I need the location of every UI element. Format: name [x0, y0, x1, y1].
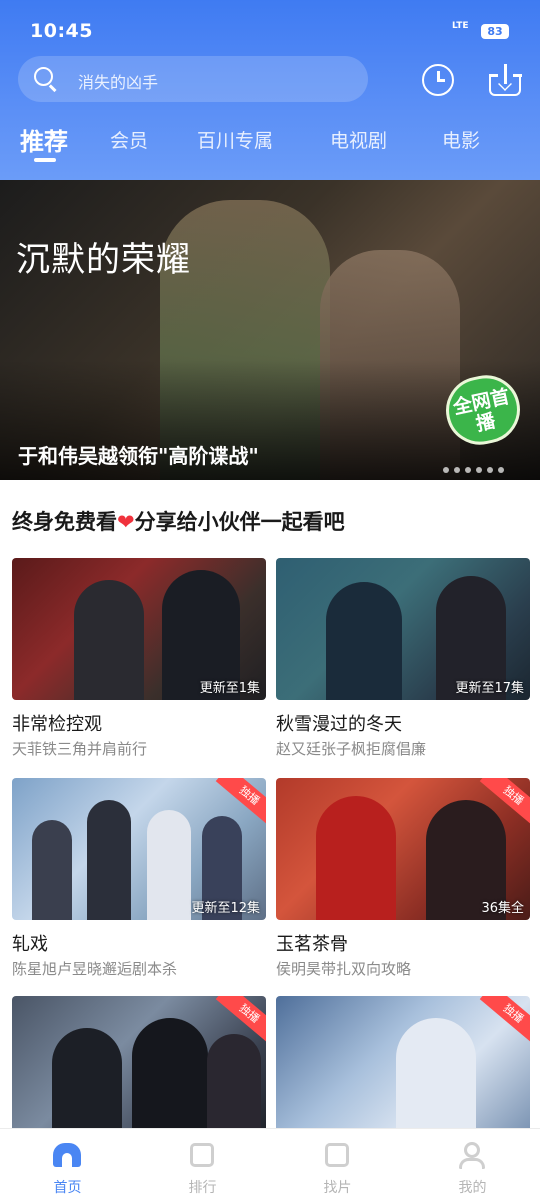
pager-dot: [443, 467, 449, 473]
find-video-icon: [322, 1141, 352, 1169]
signal-icon: LTE: [452, 21, 469, 31]
tab-tv-series[interactable]: 电视剧: [330, 126, 387, 153]
video-description: 天菲铁三角并肩前行: [12, 740, 148, 758]
status-bar: 10:45 LTE 83: [0, 0, 540, 56]
video-title: 轧戏: [12, 934, 48, 955]
history-clock-icon[interactable]: [420, 62, 456, 98]
nav-profile[interactable]: 我的: [405, 1129, 540, 1204]
search-bar[interactable]: 消失的凶手: [18, 56, 368, 102]
bottom-navigation: 首页 排行 找片 我的: [0, 1128, 540, 1204]
video-description: 赵又廷张子枫拒腐倡廉: [276, 740, 427, 758]
episode-badge: 36集全: [481, 901, 524, 916]
nav-label: 排行: [188, 1180, 217, 1196]
video-thumbnail: 独播 36集全: [276, 778, 530, 920]
video-description: 侯明昊带扎双向攻略: [276, 960, 412, 978]
banner-caption: 于和伟吴越领衔"高阶谍战": [18, 444, 259, 468]
video-title: 玉茗茶骨: [276, 934, 348, 955]
nav-find[interactable]: 找片: [270, 1129, 405, 1204]
episode-badge: 更新至17集: [455, 681, 524, 696]
search-placeholder: 消失的凶手: [78, 73, 159, 92]
pager-dot: [498, 467, 504, 473]
home-icon: [52, 1141, 82, 1169]
tab-movie[interactable]: 电影: [442, 126, 480, 153]
nav-label: 首页: [53, 1180, 82, 1196]
video-title: 秋雪漫过的冬天: [276, 714, 402, 735]
status-time: 10:45: [30, 20, 93, 42]
battery-icon: 83: [481, 24, 509, 39]
nav-label: 我的: [458, 1180, 487, 1196]
pager-dot: [465, 467, 471, 473]
exclusive-tag: 独播: [479, 996, 530, 1045]
video-thumbnail: 更新至17集: [276, 558, 530, 700]
category-tabs: 推荐 会员 百川专属 电视剧 电影: [0, 118, 540, 170]
section-title: 终身免费看❤分享给小伙伴一起看吧: [12, 506, 345, 536]
video-title: 非常检控观: [12, 714, 102, 735]
section-title-text: 分享给小伙伴一起看吧: [134, 510, 345, 534]
video-thumbnail: 独播: [276, 996, 530, 1138]
hero-banner[interactable]: 沉默的荣耀 全网首播 于和伟吴越领衔"高阶谍战": [0, 180, 540, 480]
pager-dot: [454, 467, 460, 473]
user-icon: [457, 1141, 487, 1169]
video-thumbnail: 独播: [12, 996, 266, 1138]
episode-badge: 更新至12集: [191, 901, 260, 916]
video-description: 陈星旭卢昱晓邂逅剧本杀: [12, 960, 178, 978]
video-thumbnail: 更新至1集: [12, 558, 266, 700]
banner-pager-dots: [438, 458, 504, 473]
episode-badge: 更新至1集: [199, 681, 260, 696]
tab-vip[interactable]: 会员: [110, 126, 148, 153]
tab-recommend[interactable]: 推荐: [20, 122, 68, 157]
nav-ranking[interactable]: 排行: [135, 1129, 270, 1204]
nav-label: 找片: [323, 1180, 352, 1196]
pager-dot: [487, 467, 493, 473]
heart-icon: ❤: [117, 510, 135, 534]
search-icon: [34, 67, 58, 92]
download-icon[interactable]: [487, 62, 523, 98]
active-tab-indicator: [34, 158, 56, 162]
video-thumbnail: 独播 更新至12集: [12, 778, 266, 920]
top-header: 10:45 LTE 83 消失的凶手 推荐 会员 百川专属 电视剧 电影: [0, 0, 540, 180]
section-title-text: 终身免费看: [12, 510, 117, 534]
pager-dot: [476, 467, 482, 473]
banner-show-title: 沉默的荣耀: [16, 240, 191, 280]
ranking-icon: [187, 1141, 217, 1169]
nav-home[interactable]: 首页: [0, 1129, 135, 1204]
tab-baichuan[interactable]: 百川专属: [197, 126, 273, 153]
